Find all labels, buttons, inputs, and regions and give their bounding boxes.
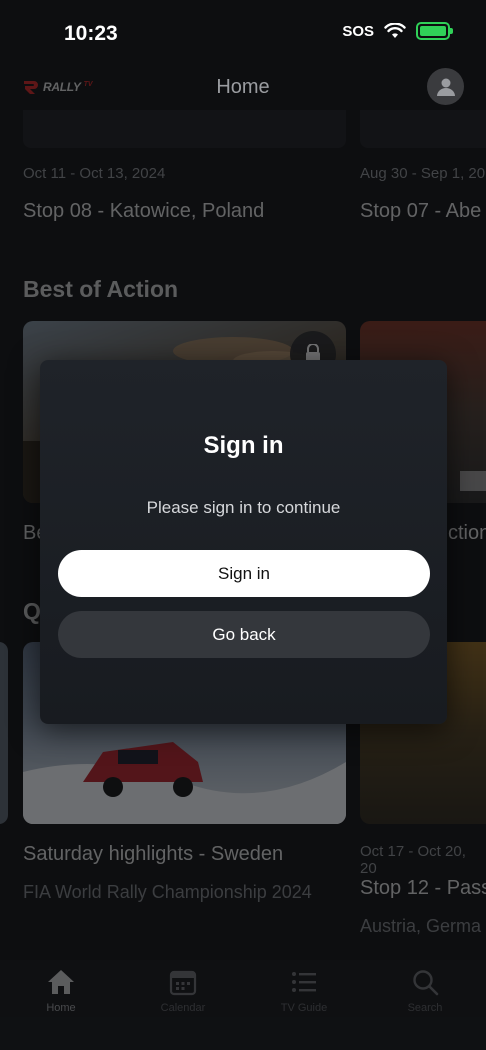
app-header: RALLY TV Home [0,62,486,114]
sign-in-dialog: Sign in Please sign in to continue Sign … [40,360,447,724]
card-title[interactable]: Stop 08 - Katowice, Poland [23,200,264,223]
home-icon [48,970,74,994]
tab-search[interactable]: Search [380,968,470,1014]
calendar-icon [169,970,197,996]
tab-home[interactable]: Home [16,968,106,1014]
card-title[interactable]: Stop 12 - Pass [360,877,486,900]
go-back-button[interactable]: Go back [58,611,430,658]
dialog-title: Sign in [203,432,284,459]
card-title[interactable]: Stop 07 - Abe [360,200,481,223]
section-title: Q [23,598,41,624]
tab-label: Search [407,1002,443,1014]
card-thumbnail[interactable] [0,642,8,824]
card-thumbnail[interactable] [360,110,486,148]
tab-calendar[interactable]: Calendar [138,968,228,1014]
tab-label: Calendar [160,1002,206,1014]
search-icon [413,970,439,996]
card-date: Oct 11 - Oct 13, 2024 [23,165,166,182]
card-date: Oct 17 - Oct 20, 20 [360,843,466,877]
tab-label: Home [46,1002,76,1014]
page-title: Home [216,76,270,98]
tab-label: TV Guide [280,1002,328,1014]
dialog-message: Please sign in to continue [146,498,341,517]
card-title[interactable]: Saturday highlights - Sweden [23,843,283,866]
user-icon [436,78,455,96]
profile-button[interactable] [427,68,464,105]
section-title: Best of Action [23,276,179,302]
card-thumbnail[interactable] [23,110,346,148]
card-title[interactable]: ction [448,522,486,545]
card-subtitle: Austria, Germa [360,916,482,936]
sign-in-button[interactable]: Sign in [58,550,430,597]
list-icon [292,972,316,992]
tab-tv-guide[interactable]: TV Guide [259,968,349,1014]
tab-bar: Home Calendar TV Guide Search [0,960,486,1050]
card-subtitle: FIA World Rally Championship 2024 [23,882,312,902]
card-date: Aug 30 - Sep 1, 20 [360,165,486,182]
